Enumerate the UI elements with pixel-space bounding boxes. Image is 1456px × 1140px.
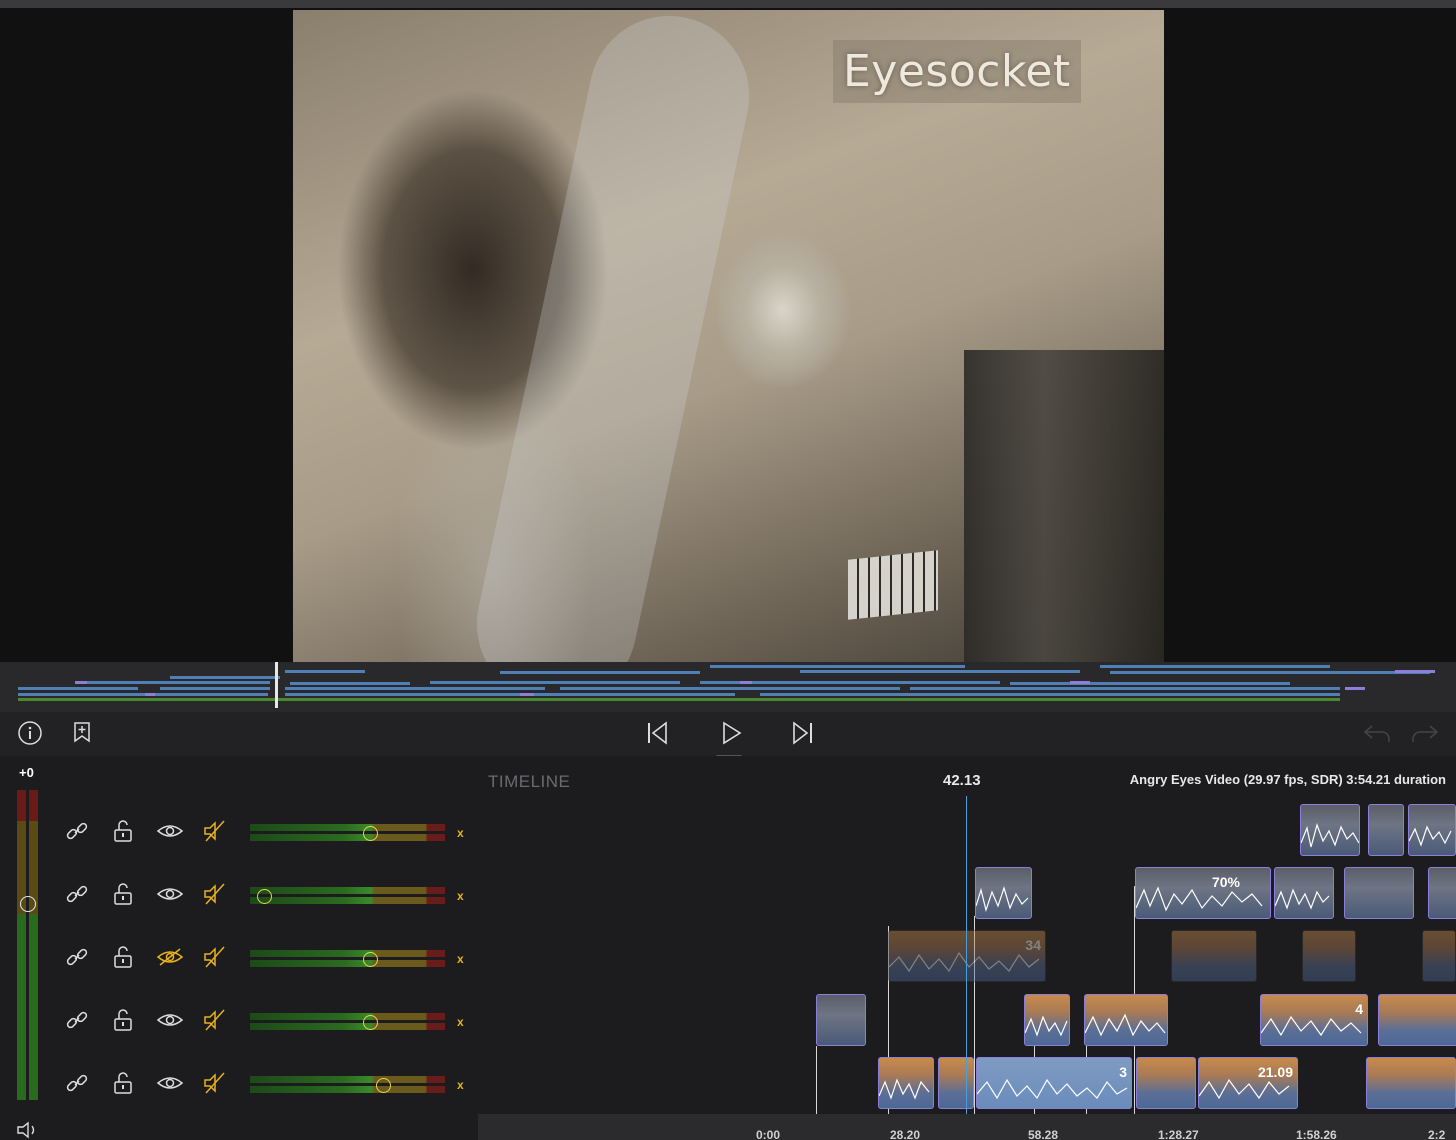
timeline-clip[interactable] xyxy=(1368,804,1404,856)
unlock-icon[interactable] xyxy=(110,1070,136,1096)
track-volume-slider[interactable] xyxy=(250,1076,445,1094)
timeline-label: TIMELINE xyxy=(488,772,571,791)
overlay-band xyxy=(461,10,765,662)
ruler-tick: 1:28.27 xyxy=(1158,1128,1199,1140)
eye-icon[interactable] xyxy=(155,881,185,907)
track-row: x xyxy=(60,873,470,913)
transport-bar xyxy=(0,712,1456,756)
timeline-clip-hidden[interactable] xyxy=(1171,930,1257,982)
piano-image xyxy=(964,350,1164,662)
link-icon[interactable] xyxy=(64,944,90,970)
overview-playhead[interactable] xyxy=(275,662,278,708)
timeline-clip[interactable] xyxy=(938,1057,974,1109)
track-volume-slider[interactable] xyxy=(250,950,445,968)
timeline-clip[interactable] xyxy=(1274,867,1334,919)
video-viewer: Eyesocket xyxy=(0,0,1456,662)
timeline-clip-hidden[interactable] xyxy=(1302,930,1356,982)
master-level-meter xyxy=(17,790,39,1100)
mute-icon[interactable] xyxy=(202,818,228,844)
timeline-clip[interactable]: 4 xyxy=(1260,994,1368,1046)
timeline-clip[interactable] xyxy=(1408,804,1456,856)
track-remove-button[interactable]: x xyxy=(457,1015,464,1029)
timeline-clip[interactable] xyxy=(1084,994,1168,1046)
ruler-tick: 58.28 xyxy=(1028,1128,1059,1140)
unlock-icon[interactable] xyxy=(110,881,136,907)
ruler-tick: 0:00 xyxy=(756,1128,781,1140)
timeline-panel[interactable]: TIMELINE 42.13 Angry Eyes Video (29.97 f… xyxy=(478,756,1456,1140)
track-remove-button[interactable]: x xyxy=(457,889,464,903)
mute-icon[interactable] xyxy=(202,881,228,907)
speaker-icon[interactable] xyxy=(16,1120,40,1140)
ruler-tick: 2:2 xyxy=(1428,1128,1446,1140)
skip-forward-icon[interactable] xyxy=(788,718,818,748)
link-icon[interactable] xyxy=(64,1070,90,1096)
info-icon[interactable] xyxy=(15,718,45,748)
mute-icon[interactable] xyxy=(202,1070,228,1096)
timeline-clip[interactable]: 21.09 xyxy=(1198,1057,1298,1109)
video-editor: Eyesocket +0 x x x x x TIMELINE 42.13 An… xyxy=(0,0,1456,1140)
timeline-clip[interactable] xyxy=(1344,867,1414,919)
unlock-icon[interactable] xyxy=(110,818,136,844)
timeline-clip[interactable] xyxy=(1300,804,1360,856)
add-marker-icon[interactable] xyxy=(67,718,97,748)
link-icon[interactable] xyxy=(64,818,90,844)
timeline-clip[interactable] xyxy=(1366,1057,1456,1109)
overview-bars xyxy=(18,665,1435,701)
timeline-clip-selected[interactable]: 3 xyxy=(976,1057,1132,1109)
volume-knob[interactable] xyxy=(376,1078,391,1093)
timeline-clip[interactable] xyxy=(816,994,866,1046)
mute-icon[interactable] xyxy=(202,944,228,970)
timeline-clip-speed[interactable]: 70% xyxy=(1135,867,1271,919)
redo-icon[interactable] xyxy=(1410,718,1440,748)
track-remove-button[interactable]: x xyxy=(457,826,464,840)
timeline-clip[interactable] xyxy=(878,1057,934,1109)
current-time: 42.13 xyxy=(943,772,981,789)
video-frame: Eyesocket xyxy=(293,10,1164,662)
track-row: x xyxy=(60,936,470,976)
track-volume-slider[interactable] xyxy=(250,824,445,842)
eye-icon[interactable] xyxy=(155,818,185,844)
skip-back-icon[interactable] xyxy=(642,718,672,748)
timeline-clip[interactable] xyxy=(1378,994,1456,1046)
piano-keys-image xyxy=(848,550,938,620)
timeline-clip[interactable] xyxy=(975,867,1032,919)
video-overlay-title: Eyesocket xyxy=(833,40,1081,103)
project-info: Angry Eyes Video (29.97 fps, SDR) 3:54.2… xyxy=(1129,772,1446,787)
eye-icon[interactable] xyxy=(155,1070,185,1096)
eye-icon[interactable] xyxy=(155,1007,185,1033)
timeline-clip-hidden[interactable]: 34 xyxy=(888,930,1046,982)
track-volume-slider[interactable] xyxy=(250,887,445,905)
unlock-icon[interactable] xyxy=(110,944,136,970)
track-remove-button[interactable]: x xyxy=(457,952,464,966)
unlock-icon[interactable] xyxy=(110,1007,136,1033)
connector-line xyxy=(816,1046,817,1114)
master-gain-label: +0 xyxy=(19,765,34,780)
ruler-tick: 1:58.26 xyxy=(1296,1128,1337,1140)
track-row: x xyxy=(60,999,470,1039)
ruler-tick: 28.20 xyxy=(890,1128,921,1140)
undo-icon[interactable] xyxy=(1362,718,1392,748)
track-volume-slider[interactable] xyxy=(250,1013,445,1031)
timeline-playhead[interactable] xyxy=(966,796,967,1140)
link-icon[interactable] xyxy=(64,881,90,907)
timeline-clip[interactable] xyxy=(1024,994,1070,1046)
timeline-ruler[interactable]: 0:00 28.20 58.28 1:28.27 1:58.26 2:2 xyxy=(478,1114,1456,1140)
timeline-clip[interactable] xyxy=(1136,1057,1196,1109)
master-volume-knob[interactable] xyxy=(20,896,36,912)
timeline-clip[interactable] xyxy=(1428,867,1456,919)
timeline-overview[interactable] xyxy=(0,662,1456,712)
track-row: x xyxy=(60,810,470,850)
timeline-clip-hidden[interactable] xyxy=(1422,930,1456,982)
track-controls-panel: +0 x x x x x xyxy=(0,756,478,1140)
track-remove-button[interactable]: x xyxy=(457,1078,464,1092)
link-icon[interactable] xyxy=(64,1007,90,1033)
track-row: x xyxy=(60,1062,470,1102)
play-icon[interactable] xyxy=(716,718,746,748)
mute-icon[interactable] xyxy=(202,1007,228,1033)
eye-slash-icon[interactable] xyxy=(155,944,185,970)
